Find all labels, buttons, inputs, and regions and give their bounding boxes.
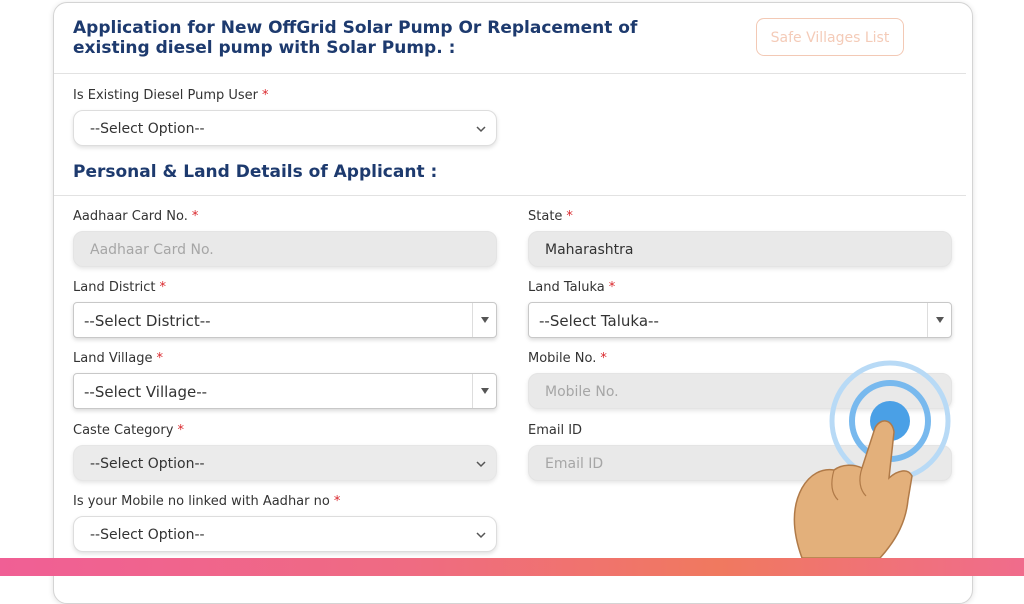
dropdown-arrow-icon	[927, 303, 951, 337]
aadhar-link-label: Is your Mobile no linked with Aadhar no *	[73, 494, 341, 509]
dropdown-arrow-icon	[472, 303, 496, 337]
chevron-down-icon	[476, 126, 486, 133]
caste-label: Caste Category *	[73, 423, 184, 438]
safe-villages-list-button[interactable]: Safe Villages List	[756, 18, 904, 56]
state-field: Maharashtra	[528, 231, 952, 267]
caste-select[interactable]: --Select Option--	[73, 445, 497, 481]
district-select[interactable]: --Select District--	[73, 302, 497, 338]
diesel-user-label: Is Existing Diesel Pump User *	[73, 88, 269, 103]
district-label: Land District *	[73, 280, 167, 295]
email-label: Email ID	[528, 423, 583, 438]
divider	[54, 195, 966, 196]
divider	[54, 73, 966, 74]
state-label: State *	[528, 209, 573, 224]
village-label: Land Village *	[73, 351, 163, 366]
aadhar-link-select[interactable]: --Select Option--	[73, 516, 497, 552]
form-title: Application for New OffGrid Solar Pump O…	[73, 18, 638, 58]
taluka-label: Land Taluka *	[528, 280, 616, 295]
aadhaar-label: Aadhaar Card No. *	[73, 209, 199, 224]
aadhaar-input[interactable]: Aadhaar Card No.	[73, 231, 497, 267]
mobile-label: Mobile No. *	[528, 351, 607, 366]
bottom-accent-bar	[0, 558, 1024, 576]
chevron-down-icon	[476, 532, 486, 539]
pointing-hand-icon	[793, 360, 951, 559]
chevron-down-icon	[476, 461, 486, 468]
taluka-select[interactable]: --Select Taluka--	[528, 302, 952, 338]
dropdown-arrow-icon	[472, 374, 496, 408]
section-title: Personal & Land Details of Applicant :	[73, 162, 438, 182]
village-select[interactable]: --Select Village--	[73, 373, 497, 409]
diesel-user-select[interactable]: --Select Option--	[73, 110, 497, 146]
